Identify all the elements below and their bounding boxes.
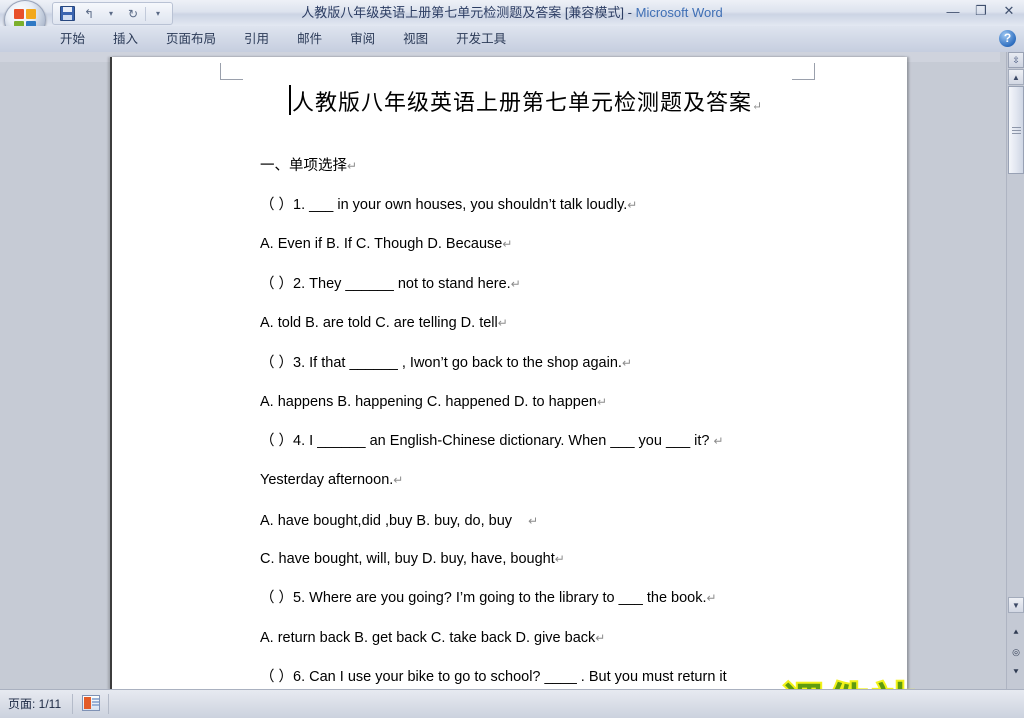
paragraph-mark-icon: ↵ bbox=[752, 99, 764, 113]
split-window-icon[interactable]: ⇳ bbox=[1008, 52, 1024, 68]
doc-line-q5: （ ）5. Where are you going? I’m going to … bbox=[260, 589, 717, 607]
doc-line-q1-options: A. Even if B. If C. Though D. Because↵ bbox=[260, 235, 512, 253]
minimize-button[interactable]: — bbox=[942, 2, 964, 20]
paragraph-mark-icon: ↵ bbox=[713, 434, 724, 448]
qat-divider bbox=[145, 6, 146, 21]
tab-references[interactable]: 引用 bbox=[230, 26, 283, 52]
paragraph-mark-icon: ↵ bbox=[528, 514, 539, 528]
tab-developer[interactable]: 开发工具 bbox=[442, 26, 520, 52]
help-icon[interactable]: ? bbox=[999, 30, 1016, 47]
text-caret bbox=[289, 85, 291, 115]
paragraph-mark-icon: ↵ bbox=[621, 356, 632, 370]
doc-line-q5-options: A. return back B. get back C. take back … bbox=[260, 629, 605, 647]
document-page[interactable]: 人教版八年级英语上册第七单元检测题及答案↵ 一、单项选择↵ （ ）1. ___ … bbox=[110, 57, 907, 690]
status-bar: 页面: 1/11 bbox=[0, 689, 1024, 718]
ribbon-tabs: 开始 插入 页面布局 引用 邮件 审阅 视图 开发工具 bbox=[46, 26, 520, 52]
status-divider bbox=[108, 694, 109, 714]
scrollbar-grip-icon bbox=[1011, 125, 1021, 136]
scroll-down-icon[interactable]: ▼ bbox=[1008, 597, 1024, 613]
tab-mailings[interactable]: 邮件 bbox=[283, 26, 336, 52]
doc-line-q4-answer: Yesterday afternoon.↵ bbox=[260, 471, 403, 489]
paragraph-mark-icon: ↵ bbox=[502, 237, 513, 251]
ribbon-tab-bar: 开始 插入 页面布局 引用 邮件 审阅 视图 开发工具 ? bbox=[0, 26, 1024, 53]
redo-button[interactable]: ↻ bbox=[123, 5, 143, 23]
doc-line-text: A. return back B. get back C. take back … bbox=[260, 630, 596, 646]
doc-line-q4-options-ab: A. have bought,did ,buy B. buy, do, buy … bbox=[260, 512, 538, 530]
select-browse-object-icon[interactable]: ◎ bbox=[1008, 644, 1024, 660]
window-title-document: 人教版八年级英语上册第七单元检测题及答案 [兼容模式] bbox=[301, 5, 625, 20]
doc-line-text: 一、单项选择 bbox=[260, 158, 347, 174]
paragraph-mark-icon: ↵ bbox=[706, 591, 717, 605]
window-title-separator: - bbox=[624, 5, 636, 20]
window-title-app: Microsoft Word bbox=[635, 5, 723, 20]
scrollbar-thumb[interactable] bbox=[1008, 86, 1024, 174]
close-button[interactable]: ✕ bbox=[998, 2, 1020, 20]
quick-access-toolbar: ↰ ▾ ↻ ▾ bbox=[52, 2, 173, 25]
doc-line-q2-options: A. told B. are told C. are telling D. te… bbox=[260, 314, 508, 332]
vertical-scrollbar[interactable]: ⇳ ▲ ▼ ⯅ ◎ ⯆ bbox=[1006, 52, 1024, 690]
tab-insert[interactable]: 插入 bbox=[99, 26, 152, 52]
doc-line-text: A. happens B. happening C. happened D. t… bbox=[260, 394, 597, 410]
doc-line-text: C. have bought, will, buy D. buy, have, … bbox=[260, 551, 555, 567]
spelling-icon[interactable] bbox=[82, 695, 100, 711]
tab-view[interactable]: 视图 bbox=[389, 26, 442, 52]
doc-line-text: （ ）2. They ______ not to stand here. bbox=[260, 276, 511, 292]
document-workspace: 人教版八年级英语上册第七单元检测题及答案↵ 一、单项选择↵ （ ）1. ___ … bbox=[0, 52, 1024, 718]
doc-line-text: （ ）5. Where are you going? I’m going to … bbox=[260, 590, 707, 606]
save-button[interactable] bbox=[57, 5, 77, 23]
scroll-up-icon[interactable]: ▲ bbox=[1008, 69, 1024, 85]
window-controls: — ❐ ✕ bbox=[942, 2, 1020, 20]
doc-line-text: （ ）3. If that ______ , Iwon’t go back to… bbox=[260, 355, 622, 371]
previous-page-icon[interactable]: ⯅ bbox=[1008, 624, 1024, 640]
document-heading-text: 人教版八年级英语上册第七单元检测题及答案 bbox=[292, 91, 753, 116]
doc-line-q4-options-cd: C. have bought, will, buy D. buy, have, … bbox=[260, 550, 565, 568]
paragraph-mark-icon: ↵ bbox=[627, 198, 638, 212]
tab-home[interactable]: 开始 bbox=[46, 26, 99, 52]
undo-button[interactable]: ↰ bbox=[79, 5, 99, 23]
restore-button[interactable]: ❐ bbox=[970, 2, 992, 20]
document-body[interactable]: 人教版八年级英语上册第七单元检测题及答案↵ 一、单项选择↵ （ ）1. ___ … bbox=[112, 57, 907, 690]
tab-review[interactable]: 审阅 bbox=[336, 26, 389, 52]
word-window: 人教版八年级英语上册第七单元检测题及答案 [兼容模式] - Microsoft … bbox=[0, 0, 1024, 718]
paragraph-mark-icon: ↵ bbox=[497, 316, 508, 330]
doc-line-q3-options: A. happens B. happening C. happened D. t… bbox=[260, 393, 607, 411]
doc-line-text: （ ）1. ___ in your own houses, you should… bbox=[260, 197, 628, 213]
doc-line-text: （ ）6. Can I use your bike to go to schoo… bbox=[260, 669, 727, 685]
customize-qat-icon[interactable]: ▾ bbox=[148, 5, 168, 23]
doc-line-text: （ ）4. I ______ an English-Chinese dictio… bbox=[260, 433, 710, 449]
paragraph-mark-icon: ↵ bbox=[347, 159, 358, 173]
doc-line-text: A. have bought,did ,buy B. buy, do, buy bbox=[260, 513, 513, 529]
doc-line-q1: （ ）1. ___ in your own houses, you should… bbox=[260, 196, 637, 214]
paragraph-mark-icon: ↵ bbox=[510, 277, 521, 291]
next-page-icon[interactable]: ⯆ bbox=[1008, 664, 1024, 680]
doc-line-q6: （ ）6. Can I use your bike to go to schoo… bbox=[260, 668, 727, 686]
doc-line-section-heading: 一、单项选择↵ bbox=[260, 157, 357, 175]
status-page-indicator[interactable]: 页面: 1/11 bbox=[8, 690, 61, 718]
status-divider bbox=[72, 694, 73, 714]
doc-line-q4: （ ）4. I ______ an English-Chinese dictio… bbox=[260, 432, 724, 450]
tab-page-layout[interactable]: 页面布局 bbox=[152, 26, 230, 52]
save-icon bbox=[59, 6, 75, 21]
paragraph-mark-icon: ↵ bbox=[554, 552, 565, 566]
document-heading: 人教版八年级英语上册第七单元检测题及答案↵ bbox=[292, 85, 763, 117]
doc-line-text: Yesterday afternoon. bbox=[260, 472, 394, 488]
title-bar: 人教版八年级英语上册第七单元检测题及答案 [兼容模式] - Microsoft … bbox=[0, 0, 1024, 40]
doc-line-q2: （ ）2. They ______ not to stand here.↵ bbox=[260, 275, 521, 293]
paragraph-mark-icon: ↵ bbox=[597, 395, 608, 409]
doc-line-q3: （ ）3. If that ______ , Iwon’t go back to… bbox=[260, 354, 632, 372]
doc-line-text: A. told B. are told C. are telling D. te… bbox=[260, 315, 498, 331]
doc-line-text: A. Even if B. If C. Though D. Because bbox=[260, 236, 503, 252]
paragraph-mark-icon: ↵ bbox=[595, 631, 606, 645]
undo-dropdown-icon[interactable]: ▾ bbox=[101, 5, 121, 23]
paragraph-mark-icon: ↵ bbox=[393, 473, 404, 487]
